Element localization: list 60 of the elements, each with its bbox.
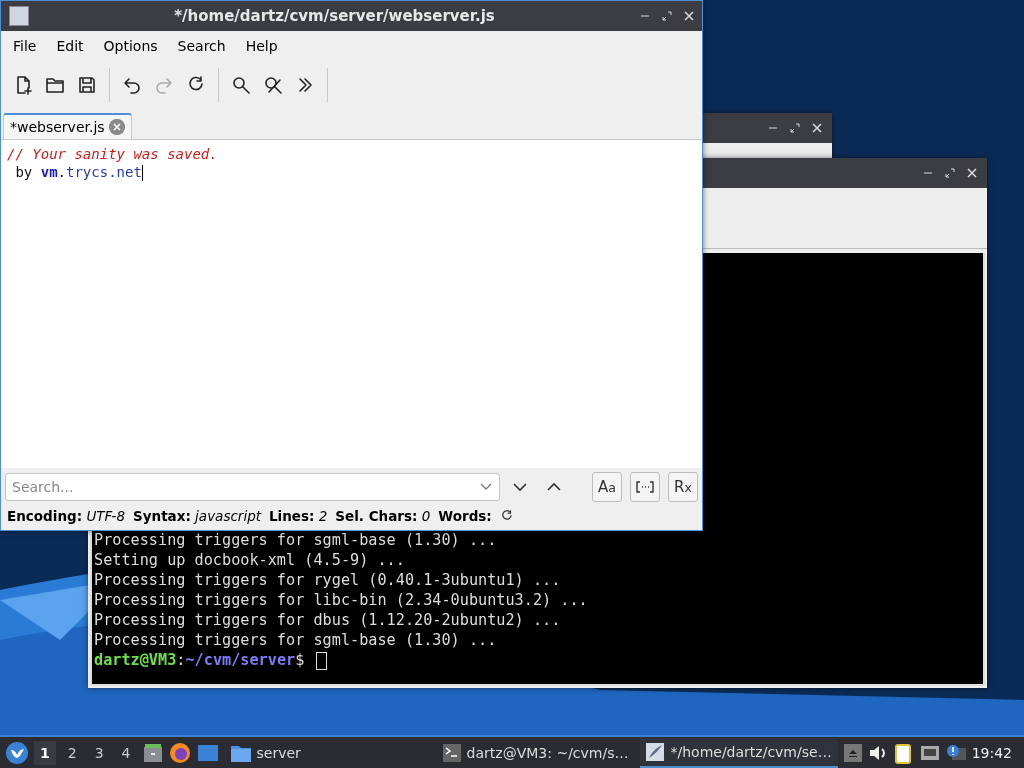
prompt-symbol: $	[295, 651, 305, 669]
window-title: */home/dartz/cvm/server/webserver.js	[173, 7, 496, 25]
folder-icon	[230, 743, 251, 762]
terminal-line: Processing triggers for rygel (0.40.1-3ubuntu1) ...	[94, 570, 562, 590]
workspace-button[interactable]: 3	[88, 740, 110, 765]
window-icon[interactable]	[196, 743, 219, 762]
prompt-separator: :	[176, 651, 186, 669]
menu-item[interactable]: Search	[167, 35, 236, 57]
file-cabinet-icon[interactable]	[142, 742, 163, 763]
code-token: vm	[40, 164, 58, 180]
terminal-line: Processing triggers for sgml-base (1.30) ...	[94, 530, 498, 550]
status-item: Sel. Chars: 0	[335, 508, 431, 524]
code-token: by	[14, 164, 34, 180]
terminal-icon	[442, 743, 461, 762]
menu-item[interactable]: Options	[93, 35, 168, 57]
search-field[interactable]: Search...	[5, 473, 500, 501]
code-editor[interactable]: // Your sanity was saved. by vm.trycs.net	[1, 140, 702, 468]
eject-icon[interactable]	[843, 743, 862, 762]
terminal-cursor	[315, 651, 327, 670]
prompt-path: ~/cvm/server	[185, 651, 296, 669]
browser-globe-icon[interactable]	[168, 741, 191, 764]
close-icon[interactable]	[812, 123, 822, 133]
close-icon[interactable]	[967, 168, 977, 178]
notification-icon[interactable]	[945, 743, 966, 762]
clock: 19:42	[971, 744, 1013, 761]
feather-icon	[646, 742, 665, 761]
brackets-icon	[636, 481, 654, 493]
status-item: Lines: 2	[269, 508, 328, 524]
whole-word-button[interactable]	[630, 472, 660, 502]
terminal-line: Setting up docbook-xml (4.5-9) ...	[94, 550, 406, 570]
workspace-button[interactable]: 1	[34, 740, 56, 765]
terminal-line: Processing triggers for sgml-base (1.30) ...	[94, 630, 498, 650]
workspace-button[interactable]: 4	[115, 740, 137, 765]
taskbar-task[interactable]: server	[224, 737, 307, 768]
maximize-icon[interactable]	[790, 123, 800, 133]
menu-item[interactable]: Edit	[46, 35, 94, 57]
status-item: Encoding: UTF-8	[7, 508, 125, 524]
prompt-user: dartz@VM3	[94, 651, 177, 669]
taskbar-task[interactable]: dartz@VM3: ~/cvm/s…	[436, 737, 635, 768]
code-token: .	[57, 164, 66, 180]
taskbar-task[interactable]: */home/dartz/cvm/se…	[640, 737, 838, 768]
status-item: Syntax: javascript	[133, 508, 261, 524]
close-icon[interactable]	[684, 11, 694, 21]
workspace-button[interactable]: 2	[61, 740, 83, 765]
file-tab[interactable]: *webserver.js	[3, 113, 132, 139]
terminal-line: Processing triggers for dbus (1.12.20-2ubuntu2) ...	[94, 610, 562, 630]
network-icon[interactable]	[919, 743, 940, 762]
terminal-line: Processing triggers for libc-bin (2.34-0ubuntu3.2) ...	[94, 590, 589, 610]
speaker-icon[interactable]	[867, 743, 888, 762]
maximize-icon[interactable]	[945, 168, 955, 178]
maximize-icon[interactable]	[662, 11, 672, 21]
code-token: trycs.net	[66, 164, 142, 180]
close-icon[interactable]	[108, 119, 125, 135]
status-item: Words:	[438, 508, 492, 524]
menu-item[interactable]: Help	[235, 35, 288, 57]
code-token: // Your sanity was saved.	[7, 146, 218, 162]
clipboard-icon[interactable]	[893, 741, 914, 764]
tab-label: *webserver.js	[10, 119, 105, 135]
menu-item[interactable]: File	[3, 35, 47, 57]
refresh-icon[interactable]	[499, 509, 514, 523]
